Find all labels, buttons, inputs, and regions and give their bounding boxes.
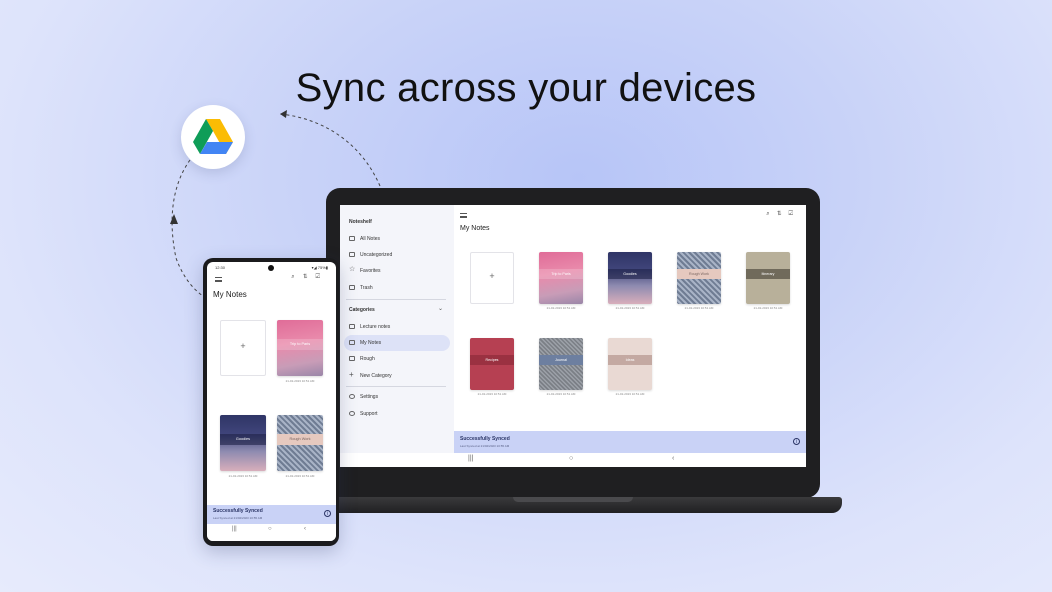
notebook-date: 21-02-2023 10:51 AM: [615, 306, 645, 310]
new-notebook-button[interactable]: +: [220, 320, 266, 376]
headline: Sync across your devices: [295, 66, 757, 110]
search-icon[interactable]: ⌕: [766, 211, 776, 217]
menu-icon[interactable]: [460, 213, 467, 218]
categories-heading: Categories: [349, 307, 375, 313]
notebook-date: 21-02-2023 10:51 AM: [228, 474, 258, 478]
notebook-card[interactable]: Ideas: [608, 338, 652, 390]
laptop-base: [308, 497, 842, 513]
info-icon[interactable]: i: [793, 438, 800, 445]
sidebar-item-new-category[interactable]: + New Category: [344, 368, 450, 384]
folder-icon: [349, 324, 355, 329]
notebook-date: 21-02-2023 10:51 AM: [684, 306, 714, 310]
sync-status-banner: Successfully Synced Last Synced at 21/02…: [207, 505, 336, 524]
sidebar-item-all-notes[interactable]: All Notes: [344, 231, 450, 247]
sync-status-time: Last Synced at 21/02/2023 10:55 AM: [213, 516, 263, 520]
recents-icon[interactable]: |||: [232, 526, 237, 532]
app-name: Noteshelf: [349, 219, 372, 225]
notebook-card[interactable]: Itinerary: [746, 252, 790, 304]
sidebar-item-support[interactable]: Support: [344, 406, 450, 422]
android-nav-bar: ||| ○ ‹: [340, 453, 806, 467]
notebook-card[interactable]: Recipes: [470, 338, 514, 390]
sidebar-item-favorites[interactable]: ☆ Favorites: [344, 263, 450, 279]
sort-icon[interactable]: ⇅: [777, 211, 789, 217]
book-icon: [349, 236, 355, 241]
sidebar-item-rough[interactable]: Rough: [344, 351, 450, 367]
page-title: My Notes: [460, 225, 490, 232]
plus-icon: +: [489, 271, 495, 281]
info-icon[interactable]: i: [324, 510, 331, 517]
sync-status-banner: Successfully Synced Last Synced at 21/02…: [454, 431, 806, 453]
status-time: 12:30: [215, 265, 226, 270]
phone-screen: 12:30 ▾◢ 75%▮ ⌕⇅☑ My Notes + Trip to Par…: [207, 262, 336, 541]
sidebar-item-settings[interactable]: Settings: [344, 389, 450, 405]
sync-status-title: Successfully Synced: [213, 508, 263, 514]
select-icon[interactable]: ☑: [315, 274, 328, 280]
select-icon[interactable]: ☑: [788, 211, 800, 217]
arrow-head-icon: [170, 214, 178, 224]
laptop-screen: Noteshelf All Notes Uncategorized ☆ Favor…: [340, 205, 806, 467]
folder-icon: [349, 356, 355, 361]
notebook-card[interactable]: Goodies: [608, 252, 652, 304]
gear-icon: [349, 394, 355, 399]
plus-icon: +: [349, 370, 354, 379]
notebook-card[interactable]: Trip to Paris: [539, 252, 583, 304]
notebook-date: 21-02-2023 10:51 AM: [615, 392, 645, 396]
page-title: My Notes: [213, 290, 247, 299]
folder-icon: [349, 340, 355, 345]
star-icon: ☆: [349, 266, 356, 273]
notebook-date: 21-02-2023 10:51 AM: [477, 392, 507, 396]
notebook-card[interactable]: Journal: [539, 338, 583, 390]
trash-icon: [349, 285, 355, 290]
notebook-card[interactable]: Goodies: [220, 415, 266, 471]
notebook-date: 21-02-2023 10:51 AM: [285, 474, 315, 478]
google-drive-badge: [181, 105, 245, 169]
sidebar-item-lecture-notes[interactable]: Lecture notes: [344, 319, 450, 335]
search-icon[interactable]: ⌕: [291, 274, 302, 280]
sync-status-time: Last Synced at 21/02/2023 10:55 AM: [460, 444, 510, 448]
arrow-head-icon: [280, 110, 287, 118]
sidebar-item-my-notes[interactable]: My Notes: [344, 335, 450, 351]
chevron-down-icon[interactable]: ⌄: [438, 305, 443, 312]
notebook-card[interactable]: Rough Work: [277, 415, 323, 471]
notebook-card[interactable]: Rough Work: [677, 252, 721, 304]
toolbar-icons: ⌕⇅☑: [291, 274, 328, 281]
folder-icon: [349, 252, 355, 257]
sidebar-item-trash[interactable]: Trash: [344, 280, 450, 296]
main-panel: ⌕⇅☑ My Notes + Trip to Paris 21-02-2023 …: [454, 205, 806, 467]
sidebar-item-uncategorized[interactable]: Uncategorized: [344, 247, 450, 263]
help-icon: [349, 411, 355, 416]
notebook-card[interactable]: Trip to Paris: [277, 320, 323, 376]
google-drive-icon: [193, 119, 233, 154]
new-notebook-button[interactable]: +: [470, 252, 514, 304]
divider: [346, 386, 446, 387]
back-icon[interactable]: ‹: [672, 455, 674, 462]
sidebar: Noteshelf All Notes Uncategorized ☆ Favor…: [340, 205, 454, 467]
divider: [346, 299, 446, 300]
camera-cutout: [268, 265, 274, 271]
sync-status-title: Successfully Synced: [460, 436, 510, 442]
notebook-date: 21-02-2023 10:51 AM: [753, 306, 783, 310]
home-icon[interactable]: ○: [268, 526, 272, 532]
notebook-date: 21-02-2023 10:51 AM: [285, 379, 315, 383]
back-icon[interactable]: ‹: [304, 526, 306, 532]
plus-icon: +: [240, 341, 246, 351]
notebook-date: 21-02-2023 10:51 AM: [546, 392, 576, 396]
status-indicators: ▾◢ 75%▮: [311, 265, 328, 270]
android-nav-bar: ||| ○ ‹: [207, 524, 336, 541]
toolbar-icons: ⌕⇅☑: [766, 211, 800, 218]
menu-icon[interactable]: [215, 277, 222, 282]
home-icon[interactable]: ○: [569, 455, 573, 462]
notebook-date: 21-02-2023 10:51 AM: [546, 306, 576, 310]
recents-icon[interactable]: |||: [468, 455, 473, 462]
sort-icon[interactable]: ⇅: [303, 274, 316, 280]
